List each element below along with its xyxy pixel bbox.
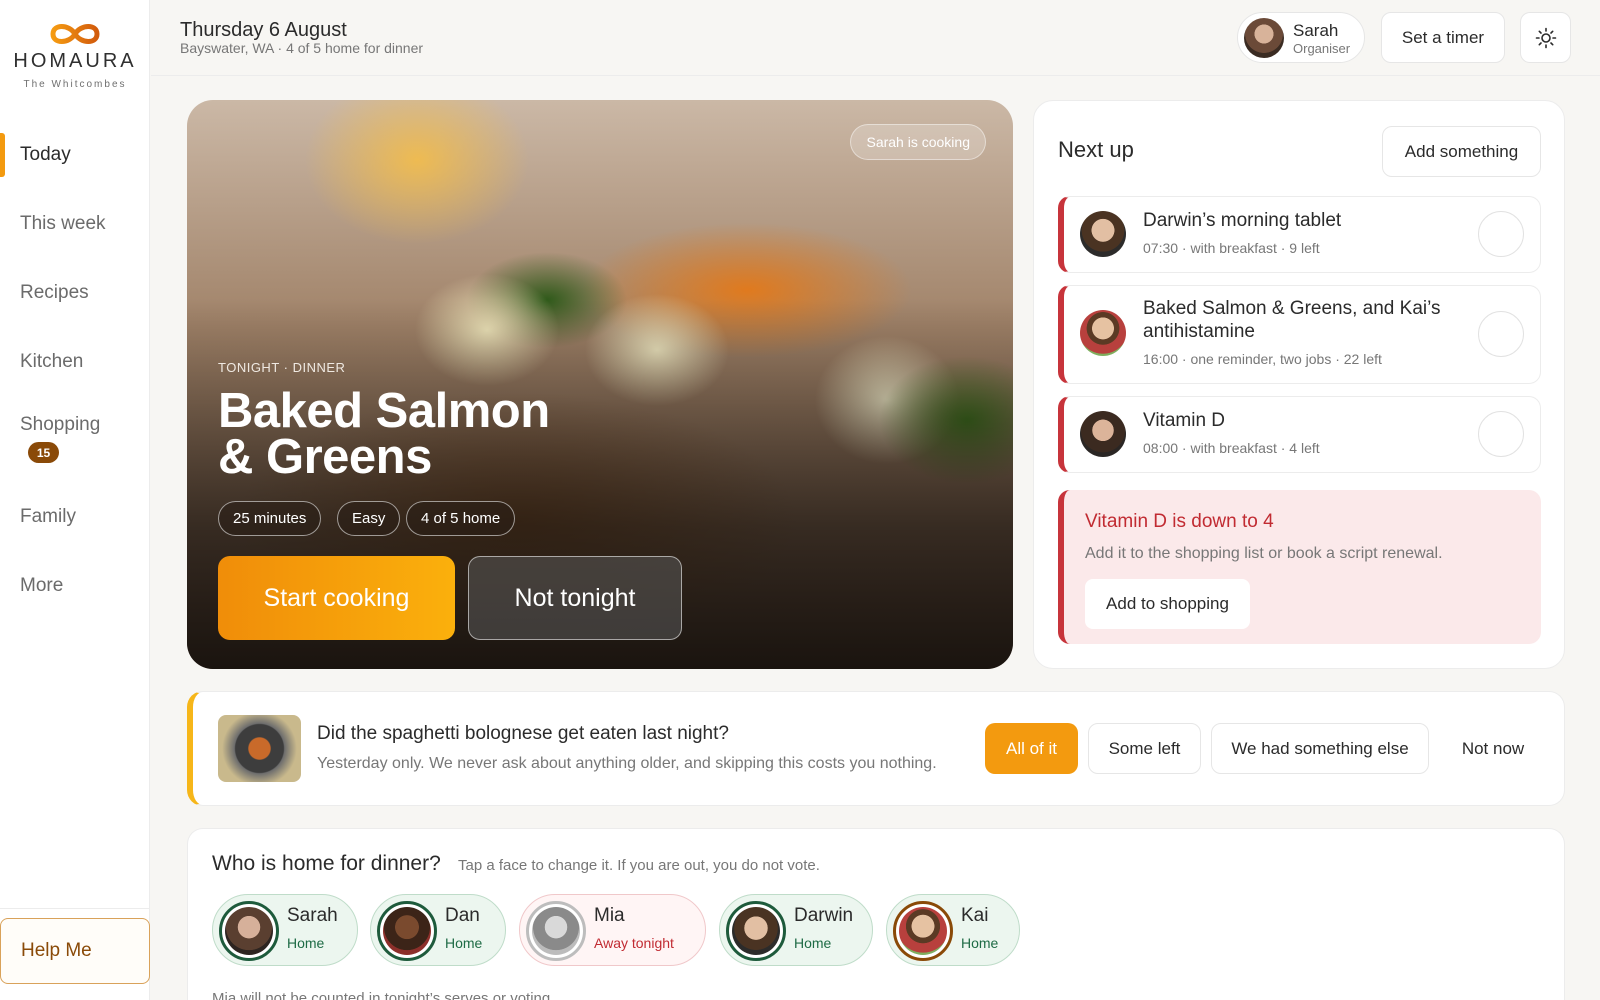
avatar [1080, 211, 1126, 257]
recipe-title: Baked Salmon & Greens [218, 384, 550, 484]
person-toggle-mia[interactable]: Mia Away tonight [519, 894, 706, 966]
task-title: Vitamin D [1143, 410, 1226, 431]
all-of-it-button[interactable]: All of it [985, 723, 1078, 774]
user-role: Organiser [1293, 41, 1351, 56]
sidebar-item-family[interactable]: Family [0, 495, 150, 539]
sidebar-item-shopping[interactable]: Shopping [0, 403, 150, 447]
person-toggle-darwin[interactable]: Darwin Home [719, 894, 873, 966]
duration-chip: 25 minutes [218, 501, 322, 536]
avatar [893, 901, 953, 961]
sidebar-item-kitchen[interactable]: Kitchen [0, 340, 150, 384]
tonight-dinner-hero: Sarah is cooking TONIGHT · DINNER Baked … [187, 100, 1013, 669]
task-complete-checkbox[interactable] [1478, 311, 1524, 357]
avatar [377, 901, 437, 961]
person-status: Home [794, 935, 832, 951]
difficulty-chip: Easy [337, 501, 401, 536]
who-is-home-panel: Who is home for dinner? Tap a face to ch… [187, 828, 1565, 1000]
start-cooking-button[interactable]: Start cooking [218, 556, 455, 640]
avatar [726, 901, 786, 961]
person-toggle-sarah[interactable]: Sarah Home [212, 894, 358, 966]
sidebar-item-more[interactable]: More [0, 564, 150, 608]
alert-body: Add it to the shopping list or book a sc… [1085, 545, 1443, 562]
page-date: Thursday 6 August [180, 19, 347, 41]
person-status: Home [445, 935, 483, 951]
task-complete-checkbox[interactable] [1478, 211, 1524, 257]
person-name: Darwin [794, 905, 854, 926]
away-note: Mia will not be counted in tonight’s ser… [212, 990, 555, 1000]
had-something-else-button[interactable]: We had something else [1211, 723, 1429, 774]
task-item[interactable]: Darwin’s morning tablet 07:30 · with bre… [1058, 196, 1541, 273]
hero-eyebrow: TONIGHT · DINNER [218, 360, 346, 375]
leftover-check-bar: Did the spaghetti bolognese get eaten la… [187, 691, 1565, 806]
task-title: Baked Salmon & Greens, and Kai’s antihis… [1143, 298, 1441, 342]
brand-name: HOMAURA [13, 50, 137, 72]
person-name: Sarah [287, 905, 338, 926]
task-title: Darwin’s morning tablet [1143, 210, 1342, 231]
avatar [1080, 310, 1126, 356]
task-meta: 07:30 · with breakfast · 9 left [1143, 240, 1320, 256]
avatar [219, 901, 279, 961]
person-name: Kai [961, 905, 989, 926]
sun-icon [1535, 27, 1556, 48]
avatar [1080, 411, 1126, 457]
sidebar-divider [0, 908, 150, 909]
meal-thumbnail [218, 715, 301, 782]
person-status: Home [287, 935, 325, 951]
who-is-home-hint: Tap a face to change it. If you are out,… [458, 857, 820, 874]
next-up-panel: Next up Add something Darwin’s morning t… [1033, 100, 1565, 669]
some-left-button[interactable]: Some left [1088, 723, 1201, 774]
infinity-logo-icon [50, 24, 100, 44]
add-to-shopping-button[interactable]: Add to shopping [1085, 579, 1250, 629]
sidebar: HOMAURA The Whitcombes Today This week R… [0, 0, 150, 1000]
alert-title: Vitamin D is down to 4 [1085, 511, 1274, 532]
top-bar: Thursday 6 August Bayswater, WA · 4 of 5… [151, 0, 1600, 76]
task-meta: 08:00 · with breakfast · 4 left [1143, 440, 1320, 456]
user-name: Sarah [1293, 21, 1339, 40]
brand-logo[interactable]: HOMAURA The Whitcombes [0, 20, 150, 90]
not-tonight-button[interactable]: Not tonight [468, 556, 682, 640]
task-meta: 16:00 · one reminder, two jobs · 22 left [1143, 351, 1382, 367]
person-toggle-kai[interactable]: Kai Home [886, 894, 1020, 966]
add-something-button[interactable]: Add something [1382, 126, 1541, 177]
task-complete-checkbox[interactable] [1478, 411, 1524, 457]
attendance-chip: 4 of 5 home [406, 501, 516, 536]
task-item[interactable]: Baked Salmon & Greens, and Kai’s antihis… [1058, 285, 1541, 384]
cook-status-badge: Sarah is cooking [850, 124, 986, 160]
person-name: Dan [445, 905, 480, 926]
person-status: Home [961, 935, 999, 951]
leftover-question: Did the spaghetti bolognese get eaten la… [317, 723, 729, 744]
location-summary: Bayswater, WA · 4 of 5 home for dinner [180, 40, 424, 56]
not-now-button[interactable]: Not now [1438, 723, 1548, 774]
shopping-count-badge: 15 [28, 442, 59, 463]
user-menu[interactable]: Sarah Organiser [1237, 12, 1365, 63]
family-name: The Whitcombes [23, 79, 127, 90]
task-item[interactable]: Vitamin D 08:00 · with breakfast · 4 lef… [1058, 396, 1541, 473]
who-is-home-title: Who is home for dinner? [212, 852, 441, 875]
sidebar-item-this-week[interactable]: This week [0, 202, 150, 246]
set-timer-button[interactable]: Set a timer [1381, 12, 1505, 63]
person-toggle-dan[interactable]: Dan Home [370, 894, 506, 966]
sidebar-item-today[interactable]: Today [0, 133, 150, 177]
person-name: Mia [594, 905, 625, 926]
avatar [1244, 18, 1284, 58]
theme-toggle-button[interactable] [1520, 12, 1571, 63]
next-up-title: Next up [1058, 137, 1134, 162]
avatar [526, 901, 586, 961]
help-me-button[interactable]: Help Me [0, 918, 150, 984]
sidebar-item-recipes[interactable]: Recipes [0, 271, 150, 315]
leftover-explanation: Yesterday only. We never ask about anyth… [317, 755, 937, 772]
low-stock-alert: Vitamin D is down to 4 Add it to the sho… [1058, 490, 1541, 644]
person-status: Away tonight [594, 935, 674, 951]
